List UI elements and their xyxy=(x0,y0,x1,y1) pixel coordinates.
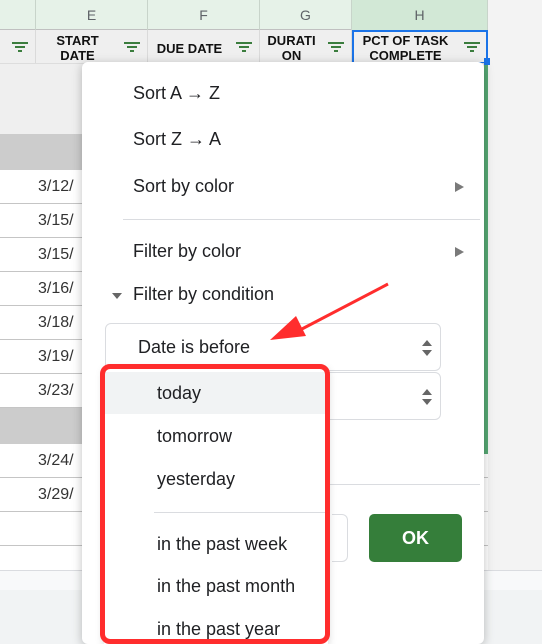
progress-bar-column xyxy=(484,64,488,454)
filter-icon[interactable] xyxy=(327,40,345,54)
start-date-cell[interactable]: 3/15/ xyxy=(38,204,74,237)
column-letter-h[interactable]: H xyxy=(352,0,488,30)
option-today[interactable]: today xyxy=(104,372,328,414)
select-arrows-icon xyxy=(422,389,432,405)
header-cell-d[interactable] xyxy=(0,30,36,63)
menu-item-sort-z-a[interactable]: Sort Z → A xyxy=(133,129,221,150)
option-tomorrow[interactable]: tomorrow xyxy=(104,415,328,457)
filter-icon[interactable] xyxy=(235,40,253,54)
start-date-cell[interactable]: 3/12/ xyxy=(38,170,74,203)
option-past-week[interactable]: in the past week xyxy=(104,523,328,565)
start-date-cell[interactable]: 3/19/ xyxy=(38,340,74,373)
menu-divider xyxy=(324,484,480,485)
date-options-dropdown: today tomorrow yesterday in the past wee… xyxy=(104,368,328,644)
header-label: PCT OF TASK COMPLETE xyxy=(362,33,449,63)
header-cell-due-date[interactable]: DUE DATE xyxy=(148,30,260,63)
header-label xyxy=(0,46,7,48)
menu-divider xyxy=(123,219,480,220)
column-letter-g[interactable]: G xyxy=(260,0,352,30)
header-row: START DATE DUE DATE DURATI ON PCT OF TAS… xyxy=(0,30,488,64)
filter-icon[interactable] xyxy=(123,40,141,54)
condition-select-value: Date is before xyxy=(138,337,251,357)
selection-handle[interactable] xyxy=(484,58,490,65)
start-date-cell[interactable]: 3/24/ xyxy=(38,444,74,477)
start-date-cell[interactable]: 3/18/ xyxy=(38,306,74,339)
header-label: START DATE xyxy=(56,33,99,63)
start-date-cell[interactable]: 3/23/ xyxy=(38,374,74,407)
option-yesterday[interactable]: yesterday xyxy=(104,458,328,500)
filter-icon[interactable] xyxy=(11,40,29,54)
option-past-month[interactable]: in the past month xyxy=(104,565,328,607)
submenu-arrow-icon xyxy=(455,247,464,257)
start-date-cell[interactable]: 3/29/ xyxy=(38,478,74,511)
cancel-button[interactable] xyxy=(332,514,348,562)
caret-down-icon[interactable] xyxy=(112,293,122,299)
ok-button[interactable]: OK xyxy=(369,514,462,562)
header-cell-pct-complete[interactable]: PCT OF TASK COMPLETE xyxy=(352,30,488,63)
select-arrows-icon xyxy=(422,340,432,356)
menu-item-label: Sort by color xyxy=(133,176,235,196)
column-letter-f[interactable]: F xyxy=(148,0,260,30)
column-letter-bar: E F G H xyxy=(0,0,488,30)
header-cell-start-date[interactable]: START DATE xyxy=(36,30,148,63)
column-letter-e[interactable]: E xyxy=(36,0,148,30)
menu-item-filter-by-color[interactable]: Filter by color xyxy=(133,241,241,262)
header-cell-duration[interactable]: DURATI ON xyxy=(260,30,352,63)
condition-select[interactable]: Date is before xyxy=(105,323,441,371)
menu-item-filter-by-condition[interactable]: Filter by condition xyxy=(133,284,274,305)
menu-item-sort-a-z[interactable]: Sort A → Z xyxy=(133,83,220,104)
spreadsheet-window: E F G H START DATE DUE DATE DURATI ON PC… xyxy=(0,0,542,644)
column-letter-d[interactable] xyxy=(0,0,36,30)
empty-area xyxy=(488,0,542,570)
dropdown-divider xyxy=(154,512,328,513)
header-label: DUE DATE xyxy=(156,40,223,56)
start-date-cell[interactable]: 3/16/ xyxy=(38,272,74,305)
filter-icon[interactable] xyxy=(463,40,481,54)
header-label: DURATI ON xyxy=(267,33,316,63)
menu-item-sort-by-color[interactable]: Sort by color xyxy=(133,176,484,197)
option-past-year[interactable]: in the past year xyxy=(104,608,328,644)
start-date-cell[interactable]: 3/15/ xyxy=(38,238,74,271)
submenu-arrow-icon xyxy=(455,182,464,192)
